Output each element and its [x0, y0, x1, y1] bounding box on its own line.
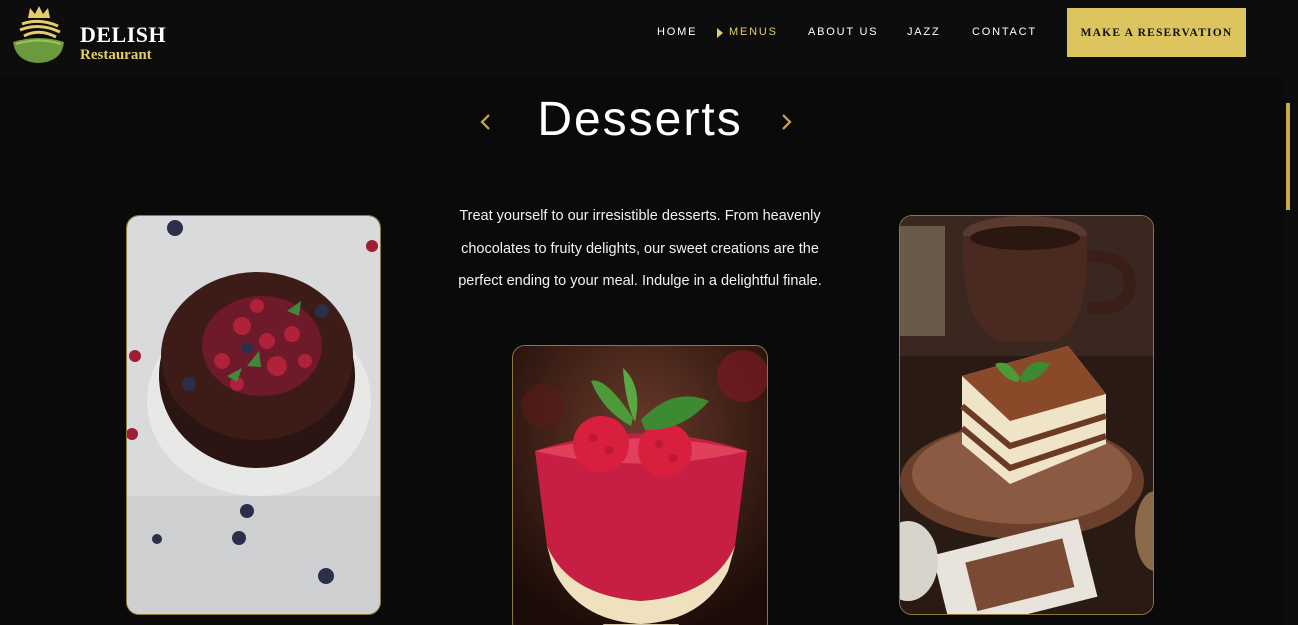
brand-name: DELISH: [80, 22, 167, 47]
nav-item-contact[interactable]: CONTACT: [972, 26, 1037, 40]
scrollbar-thumb[interactable]: [1286, 103, 1290, 210]
active-caret-icon: [717, 28, 723, 38]
nav-item-home[interactable]: HOME: [657, 26, 697, 40]
brand-logo[interactable]: DELISH Restaurant: [12, 4, 182, 66]
section-description: Treat yourself to our irresistible desse…: [458, 208, 822, 289]
brand-subtitle: Restaurant: [80, 47, 152, 63]
chevron-left-icon[interactable]: [476, 112, 496, 132]
crown-bowl-icon: [13, 6, 64, 63]
nav-item-menus[interactable]: MENUS: [729, 26, 778, 40]
top-navigation-bar: DELISH Restaurant HOME MENUS ABOUT US JA…: [0, 0, 1298, 78]
chocolate-berry-cake-image: [126, 215, 381, 615]
raspberry-panna-cotta-image: [512, 345, 768, 625]
nav-item-jazz[interactable]: JAZZ: [907, 26, 940, 40]
nav-item-about-us[interactable]: ABOUT US: [808, 26, 878, 40]
make-reservation-button[interactable]: MAKE A RESERVATION: [1067, 8, 1246, 57]
section-title: Desserts: [537, 93, 743, 146]
tiramisu-coffee-image: [899, 215, 1154, 615]
chevron-right-icon[interactable]: [776, 112, 796, 132]
